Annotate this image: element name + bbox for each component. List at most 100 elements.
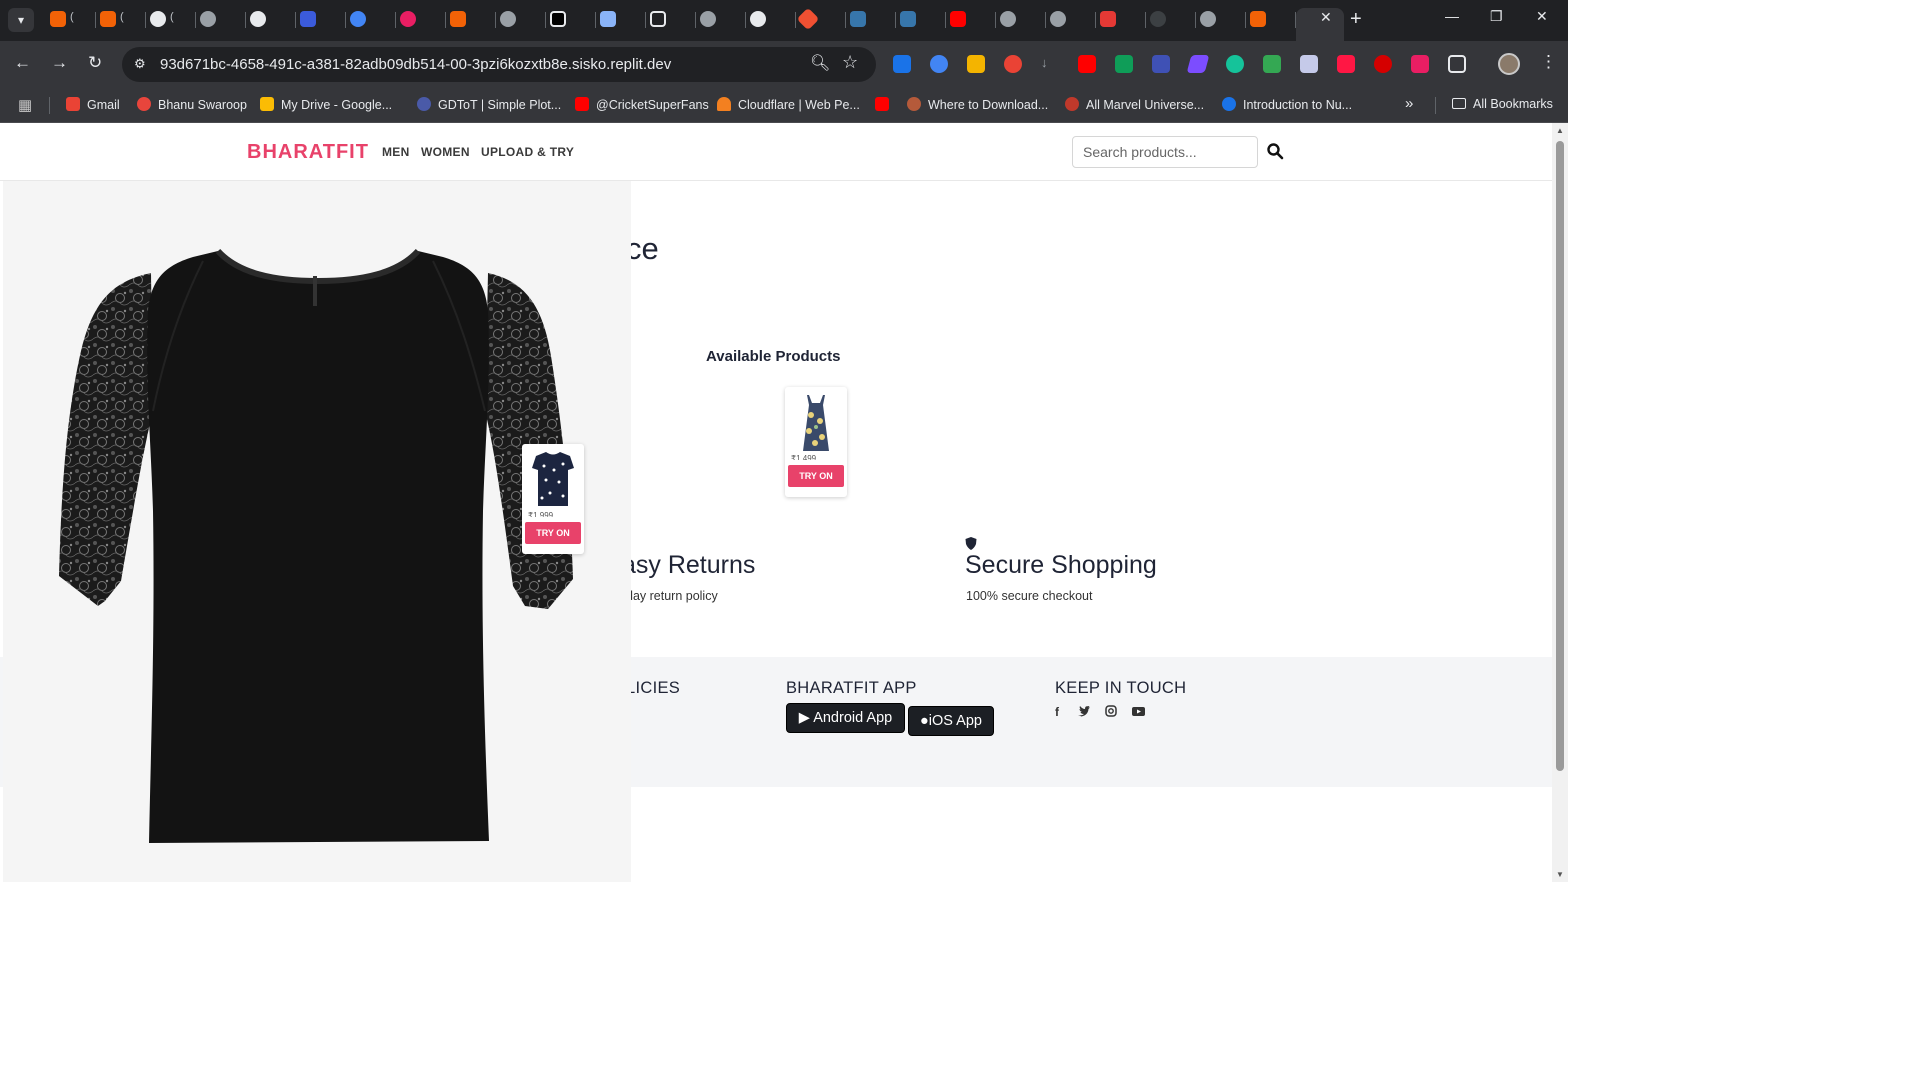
python-icon [850,11,866,27]
extension-icon[interactable] [893,55,911,73]
nav-upload-try[interactable]: UPLOAD & TRY [481,145,574,159]
browser-tab-active[interactable]: ✕ [1296,8,1344,41]
extension-icon[interactable] [1004,55,1022,73]
back-button[interactable]: ← [14,53,31,73]
extension-icon[interactable] [1411,55,1429,73]
brand-logo[interactable]: BHARATFIT [247,141,369,164]
apps-grid-icon[interactable]: ▦ [18,96,32,114]
bookmark-item[interactable]: Where to Download... [907,97,1048,112]
browser-tab[interactable] [1148,8,1196,32]
restore-button[interactable]: ❐ [1490,8,1503,25]
extension-icon[interactable] [1374,55,1392,73]
browser-tab[interactable] [648,8,696,32]
browser-tab[interactable] [548,8,596,32]
browser-tab[interactable] [298,8,346,32]
all-bookmarks[interactable]: All Bookmarks [1452,97,1553,111]
try-on-button[interactable]: TRY ON [788,465,844,487]
close-window-button[interactable]: ✕ [1536,8,1548,25]
browser-tab[interactable]: ( [148,8,196,32]
product-card[interactable]: ₹1,499 TRY ON [785,387,847,497]
browser-tab[interactable] [948,8,996,32]
feature-easy-returns-desc: day return policy [626,589,718,603]
bookmark-star-icon[interactable]: ☆ [842,52,858,73]
browser-tab[interactable] [848,8,896,32]
browser-tab[interactable] [1048,8,1096,32]
bookmark-item[interactable]: @CricketSuperFans [575,97,709,112]
instagram-icon[interactable] [1105,705,1117,717]
tab-search-button[interactable]: ▾ [8,8,34,32]
extension-icon[interactable] [1337,55,1355,73]
bookmark-item[interactable]: Introduction to Nu... [1222,97,1352,112]
product-preview-overlay[interactable]: ₹1,999 TRY ON [3,181,631,882]
site-info-icon[interactable]: ⚙ [134,56,146,72]
browser-tab[interactable] [998,8,1046,32]
browser-tab[interactable] [248,8,296,32]
zoom-icon[interactable]: 🔍︎ [810,53,830,73]
reload-button[interactable]: ↻ [88,53,102,73]
page-scrollbar[interactable]: ▲ ▼ [1552,123,1568,882]
browser-tab[interactable] [796,7,846,32]
search-icon[interactable] [1266,142,1284,160]
scroll-thumb[interactable] [1556,141,1564,771]
browser-tab[interactable] [898,8,946,32]
feature-secure-shopping-title: Secure Shopping [965,551,1157,579]
python-icon [900,11,916,27]
browser-tab[interactable] [198,8,246,32]
extension-icon[interactable] [1186,55,1210,73]
youtube-icon[interactable] [1132,707,1145,716]
app-icon [1100,11,1116,27]
browser-tab[interactable] [598,8,646,32]
facebook-icon[interactable]: f [1055,705,1059,719]
extension-icon[interactable] [1115,55,1133,73]
profile-avatar[interactable] [1498,53,1520,75]
scroll-down-arrow[interactable]: ▼ [1556,870,1564,879]
address-bar[interactable]: ⚙ 93d671bc-4658-491c-a381-82adb09db514-0… [122,47,876,82]
bookmark-item[interactable]: GDToT | Simple Plot... [417,97,561,112]
browser-tab[interactable] [1198,8,1246,32]
ios-app-button[interactable]: ●iOS App [908,706,994,736]
extension-icon[interactable] [1152,55,1170,73]
extension-icon[interactable] [1300,55,1318,73]
drive-icon [260,97,274,111]
android-app-button[interactable]: ▶ Android App [786,703,905,733]
extension-icon[interactable] [1078,55,1096,73]
extensions-puzzle-icon[interactable] [1448,55,1466,73]
browser-tab[interactable] [348,8,396,32]
bookmark-item[interactable]: Cloudflare | Web Pe... [717,97,860,112]
search-input[interactable] [1072,136,1258,168]
nav-women[interactable]: WOMEN [421,145,470,159]
new-tab-button[interactable]: + [1350,8,1362,30]
browser-tab[interactable] [1098,8,1146,32]
try-on-button[interactable]: TRY ON [525,522,581,544]
close-tab-icon[interactable]: ✕ [1320,9,1332,26]
browser-tab[interactable] [498,8,546,32]
bookmark-item[interactable]: My Drive - Google... [260,97,392,112]
bookmark-item[interactable]: All Marvel Universe... [1065,97,1204,112]
grammarly-icon[interactable] [1226,55,1244,73]
product-card[interactable]: ₹1,999 TRY ON [522,444,584,554]
browser-tab[interactable] [1248,8,1296,32]
bookmark-item[interactable]: Bhanu Swaroop [137,97,247,112]
browser-tab[interactable]: ( [98,8,146,32]
browser-tab[interactable] [698,8,746,32]
bookmark-favicon [1222,97,1236,111]
browser-tab[interactable] [448,8,496,32]
browser-tab[interactable] [398,8,446,32]
menu-icon[interactable]: ⋮ [1540,52,1557,72]
minimize-button[interactable]: — [1445,8,1459,24]
twitter-icon[interactable] [1078,706,1090,717]
bookmark-item[interactable] [875,97,896,112]
download-icon[interactable]: ↓ [1041,55,1059,73]
nav-men[interactable]: MEN [382,145,410,159]
more-bookmarks-icon[interactable]: » [1405,95,1413,112]
bookmark-item[interactable]: Gmail [66,97,120,112]
browser-tab[interactable]: ( [48,8,96,32]
globe-icon [1050,11,1066,27]
browser-tab[interactable] [748,8,796,32]
git-icon [796,7,820,31]
scroll-up-arrow[interactable]: ▲ [1556,126,1564,135]
forward-button[interactable]: → [51,53,68,73]
extension-icon[interactable] [967,55,985,73]
extension-icon[interactable] [930,55,948,73]
extension-icon[interactable] [1263,55,1281,73]
